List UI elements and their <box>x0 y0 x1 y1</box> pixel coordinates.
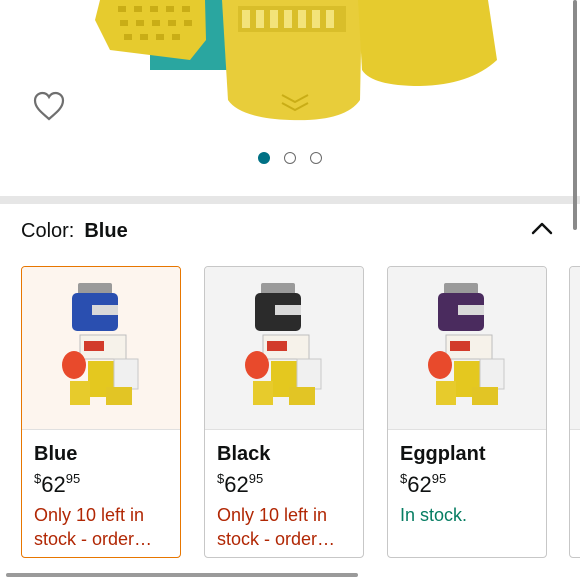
price-whole: 62 <box>41 472 66 497</box>
horizontal-scrollbar[interactable] <box>6 573 358 577</box>
color-option-thumbnail <box>388 267 546 430</box>
color-option-name: Eggplant <box>400 443 486 465</box>
price-cents: 95 <box>431 471 447 486</box>
selected-color: Blue <box>84 220 128 242</box>
price-cents: 95 <box>248 471 264 486</box>
product-bundle-image <box>62 283 139 405</box>
color-label: Color: <box>21 220 75 242</box>
color-option-name: Blue <box>34 443 78 465</box>
section-divider <box>0 196 580 204</box>
color-option-thumbnail <box>570 267 580 430</box>
price-cents: 95 <box>65 471 81 486</box>
color-option-thumbnail <box>22 267 180 430</box>
carousel-dot[interactable] <box>258 152 270 164</box>
vertical-scrollbar[interactable] <box>573 0 577 230</box>
product-image <box>95 0 497 121</box>
carousel-dot[interactable] <box>284 152 296 164</box>
chevron-up-icon[interactable] <box>530 219 554 237</box>
availability-text: Only 10 left in stock - order… <box>217 505 336 549</box>
color-option-next[interactable] <box>569 266 580 558</box>
color-option-eggplant[interactable]: Eggplant $6295 In stock. <box>387 266 547 558</box>
color-option-blue[interactable]: Blue $6295 Only 10 left in stock - order… <box>21 266 181 558</box>
color-selector-label: Color: Blue <box>21 220 128 243</box>
color-option-price: $6295 <box>400 471 446 498</box>
color-option-price: $6295 <box>217 471 263 498</box>
color-option-name: Black <box>217 443 271 465</box>
product-bundle-image <box>428 283 505 405</box>
color-option-price: $6295 <box>34 471 80 498</box>
heart-outline-icon[interactable] <box>31 88 67 124</box>
color-option-black[interactable]: Black $6295 Only 10 left in stock - orde… <box>204 266 364 558</box>
product-image-carousel[interactable] <box>0 0 580 196</box>
price-whole: 62 <box>224 472 249 497</box>
product-bundle-image <box>245 283 322 405</box>
availability-text: In stock. <box>400 505 468 525</box>
color-option-thumbnail <box>205 267 363 430</box>
carousel-dot[interactable] <box>310 152 322 164</box>
price-whole: 62 <box>407 472 432 497</box>
carousel-dots <box>0 152 580 166</box>
availability-text: Only 10 left in stock - order… <box>34 505 153 549</box>
